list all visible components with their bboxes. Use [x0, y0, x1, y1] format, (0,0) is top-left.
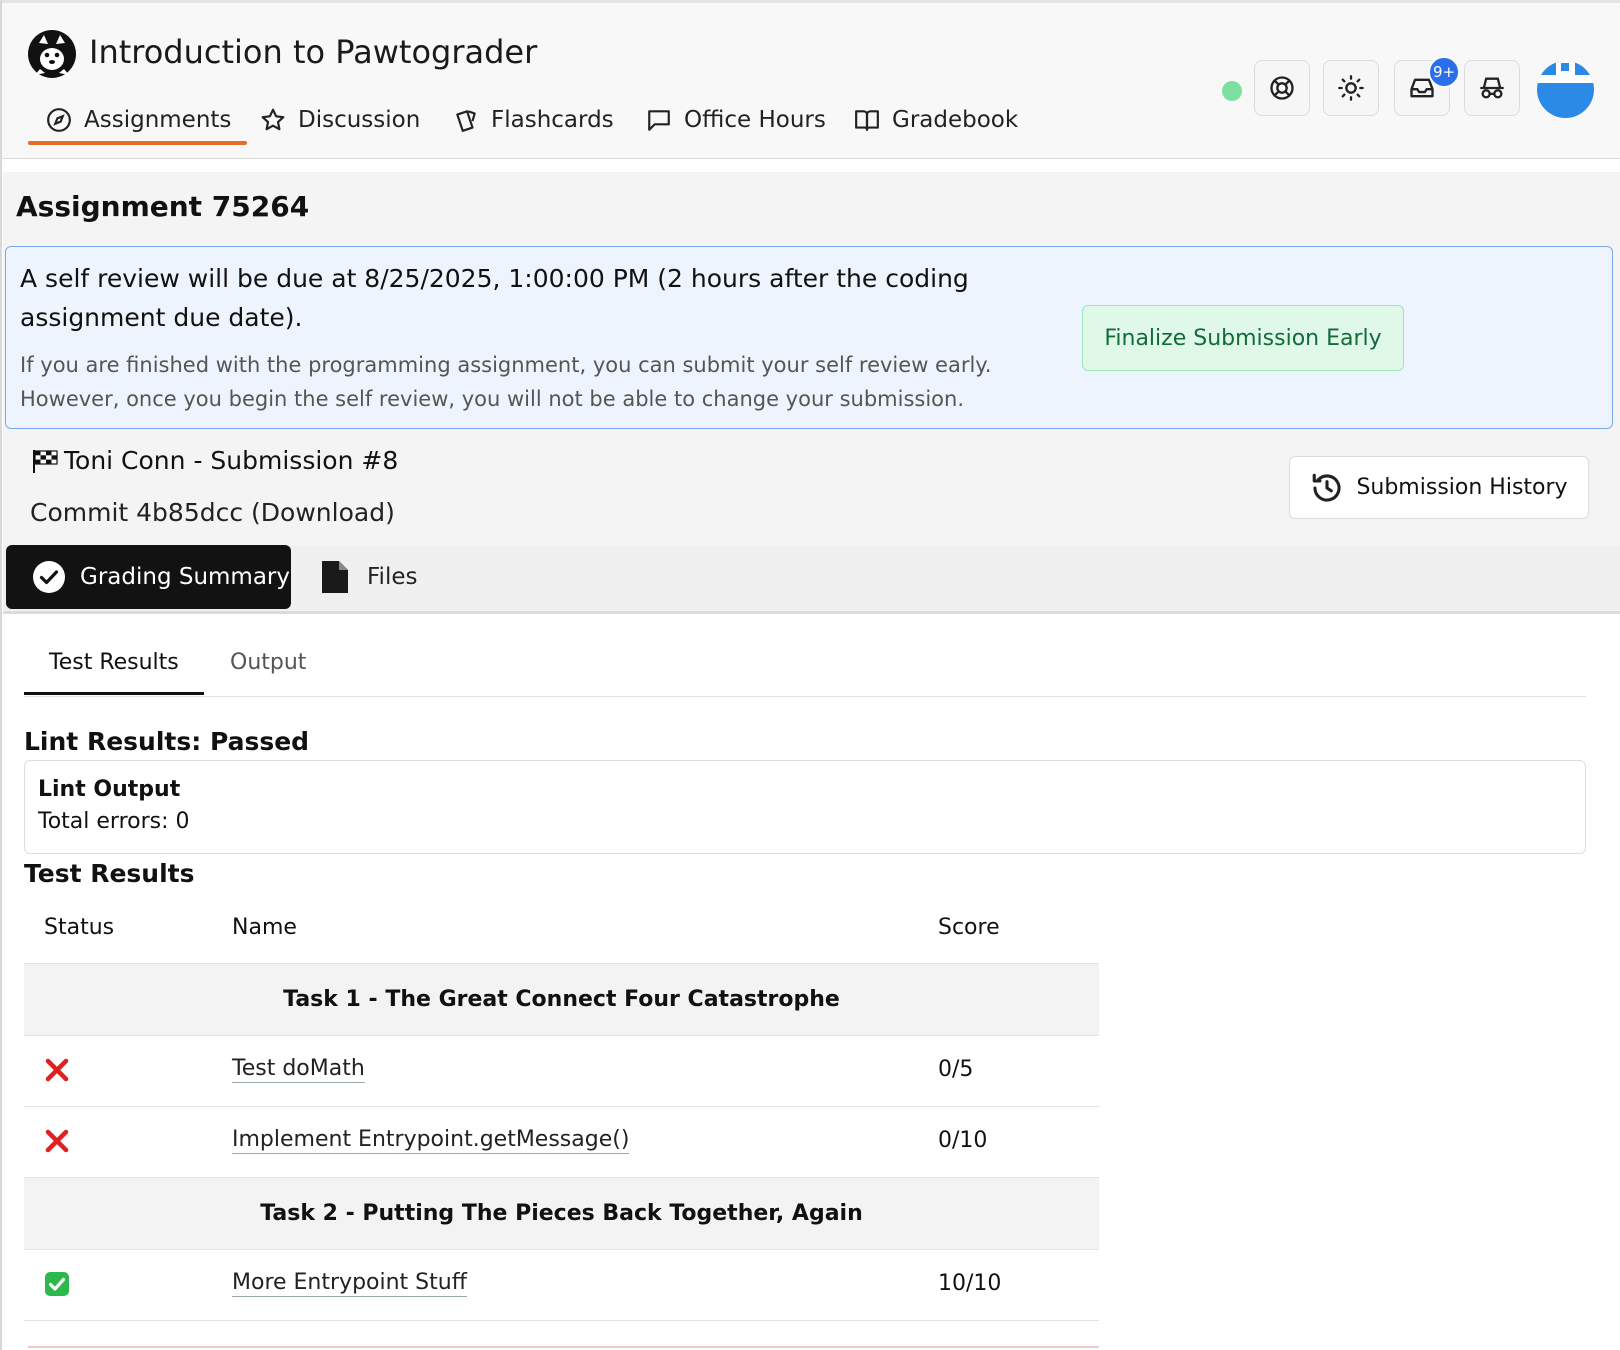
star-icon: [261, 108, 285, 131]
nav-tab-office-hours[interactable]: Office Hours: [646, 98, 826, 142]
self-review-alert: A self review will be due at 8/25/2025, …: [5, 246, 1613, 429]
submission-title-text: Toni Conn - Submission #8: [64, 446, 399, 475]
tab-label: Files: [367, 564, 418, 590]
help-lifebuoy-icon: [1270, 76, 1294, 100]
tab-output[interactable]: Output: [230, 650, 306, 675]
lint-output-box: Lint Output Total errors: 0: [24, 760, 1586, 854]
tab-label: Grading Summary: [80, 564, 290, 590]
test-name-link[interactable]: Implement Entrypoint.getMessage(): [232, 1127, 630, 1154]
commit-link[interactable]: Commit 4b85dcc (Download): [30, 498, 395, 527]
table-row: More Entrypoint Stuff 10/10: [24, 1250, 1099, 1321]
history-button-label: Submission History: [1356, 475, 1568, 500]
column-header-name: Name: [232, 915, 297, 940]
column-header-status: Status: [44, 915, 115, 940]
nav-tab-flashcards[interactable]: Flashcards: [453, 98, 614, 142]
compass-icon: [47, 108, 71, 132]
fail-x-icon: [45, 1058, 69, 1082]
check-circle-icon: [33, 561, 65, 593]
test-score: 0/5: [938, 1057, 974, 1082]
nav-tab-label: Flashcards: [491, 107, 614, 133]
nav-tab-gradebook[interactable]: Gradebook: [854, 98, 1018, 142]
finalize-submission-button[interactable]: Finalize Submission Early: [1082, 305, 1404, 371]
table-row: Test doMath 0/5: [24, 1036, 1099, 1107]
table-header: Status Name Score: [24, 895, 1099, 964]
active-tab-indicator: [24, 692, 204, 695]
page-title: Assignment 75264: [16, 190, 310, 223]
test-score: 0/10: [938, 1128, 988, 1153]
nav-tab-label: Discussion: [298, 107, 421, 133]
incognito-button[interactable]: [1464, 60, 1520, 116]
submission-history-button[interactable]: Submission History: [1289, 456, 1589, 519]
nav-tab-label: Office Hours: [684, 107, 826, 133]
test-score: 10/10: [938, 1271, 1002, 1296]
open-book-icon: [855, 110, 879, 131]
history-icon: [1313, 473, 1342, 502]
lint-results-heading: Lint Results: Passed: [24, 727, 310, 756]
result-tabs: Test Results Output: [24, 634, 1586, 697]
task-group-row: Task 2 - Putting The Pieces Back Togethe…: [24, 1178, 1099, 1250]
husky-logo-icon[interactable]: [27, 29, 77, 79]
alert-title: A self review will be due at 8/25/2025, …: [20, 264, 969, 332]
sun-theme-icon: [1338, 75, 1364, 101]
lint-output-value: Total errors: 0: [38, 809, 190, 834]
nav-tab-assignments[interactable]: Assignments: [27, 98, 248, 145]
nav-tab-label: Gradebook: [892, 107, 1019, 133]
left-border: [0, 0, 2, 1350]
lint-output-title: Lint Output: [38, 777, 181, 802]
incognito-icon: [1480, 77, 1504, 99]
pass-check-icon: [45, 1272, 69, 1296]
table-row: Implement Entrypoint.getMessage() 0/10: [24, 1107, 1099, 1178]
next-section-edge: [28, 1346, 1099, 1348]
alert-description: If you are finished with the programming…: [20, 353, 992, 411]
cards-icon: [456, 110, 476, 132]
user-avatar[interactable]: [1537, 61, 1594, 118]
submission-title: Toni Conn - Submission #8: [30, 446, 398, 475]
checkered-flag-icon: [33, 449, 58, 473]
test-results-table: Status Name Score Task 1 - The Great Con…: [24, 895, 1099, 1321]
app-title[interactable]: Introduction to Pawtograder: [89, 33, 537, 71]
test-name-link[interactable]: Test doMath: [232, 1056, 365, 1083]
app-header: Introduction to Pawtograder Assignments …: [2, 3, 1620, 159]
nav-tab-label: Assignments: [84, 107, 232, 133]
main-tabs: Grading Summary Files: [3, 545, 1620, 614]
fail-x-icon: [45, 1129, 69, 1153]
tab-grading-summary[interactable]: Grading Summary: [6, 545, 291, 609]
notification-badge: 9+: [1428, 56, 1460, 88]
help-button[interactable]: [1254, 60, 1310, 116]
tab-test-results[interactable]: Test Results: [49, 650, 179, 675]
file-icon: [322, 561, 348, 593]
task-group-row: Task 1 - The Great Connect Four Catastro…: [24, 964, 1099, 1036]
nav-tab-discussion[interactable]: Discussion: [260, 98, 420, 142]
online-status-dot: [1222, 81, 1242, 101]
test-name-link[interactable]: More Entrypoint Stuff: [232, 1270, 467, 1297]
theme-toggle-button[interactable]: [1323, 60, 1379, 116]
tab-files[interactable]: Files: [321, 545, 417, 609]
column-header-score: Score: [938, 915, 1000, 940]
chat-bubble-icon: [648, 110, 670, 131]
test-results-heading: Test Results: [24, 859, 195, 888]
